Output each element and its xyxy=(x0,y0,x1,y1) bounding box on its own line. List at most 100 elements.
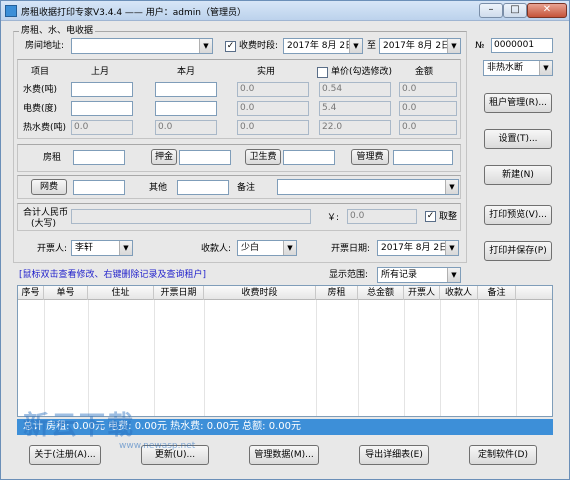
issuer-combo[interactable]: 李轩 ▼ xyxy=(71,240,133,256)
table-header: 序号 单号 住址 开票日期 收费时段 房租 总金额 开票人 收款人 备注 xyxy=(18,286,552,300)
meter-label: 电费(度) xyxy=(23,104,58,114)
period-checkbox[interactable]: ✓ xyxy=(225,41,236,52)
table-header-cell[interactable]: 单号 xyxy=(44,286,88,300)
col-item: 项目 xyxy=(31,67,50,77)
chevron-down-icon: ▼ xyxy=(283,241,296,255)
electric-actual-field: 0.0 xyxy=(237,101,309,116)
table-header-cell[interactable]: 房租 xyxy=(316,286,358,300)
period-end-date[interactable]: 2017年 8月 2日 ▼ xyxy=(379,38,461,54)
electric-this-field[interactable] xyxy=(155,101,217,116)
deposit-button[interactable]: 押金 xyxy=(151,149,177,165)
period-start-date[interactable]: 2017年 8月 2日 ▼ xyxy=(283,38,363,54)
records-table[interactable]: 序号 单号 住址 开票日期 收费时段 房租 总金额 开票人 收款人 备注 xyxy=(17,285,553,417)
title-bar: 房租收据打印专家V3.4.4 —— 用户：admin（管理员） – □ ✕ xyxy=(1,1,569,21)
water-last-field[interactable] xyxy=(71,82,133,97)
range-label: 显示范围: xyxy=(329,270,369,280)
other-field[interactable] xyxy=(177,180,229,195)
grid-hint: [鼠标双击查看修改、右键删除记录及查询租户] xyxy=(19,270,207,280)
water-this-field[interactable] xyxy=(155,82,217,97)
address-label: 房间地址: xyxy=(25,41,65,51)
rent-field[interactable] xyxy=(73,150,125,165)
hotwater-actual-field: 0.0 xyxy=(237,120,309,135)
network-field[interactable] xyxy=(73,180,125,195)
table-header-cell[interactable]: 收款人 xyxy=(440,286,478,300)
maximize-button[interactable]: □ xyxy=(503,3,527,18)
period-label: 收费时段: xyxy=(239,41,279,51)
app-icon xyxy=(5,5,17,17)
col-amount: 金额 xyxy=(415,67,434,77)
address-combo[interactable]: ▼ xyxy=(71,38,213,54)
table-header-cell[interactable]: 序号 xyxy=(18,286,44,300)
round-label: 取整 xyxy=(439,212,458,222)
price-edit-checkbox[interactable] xyxy=(317,67,328,78)
water-amount-field: 0.0 xyxy=(399,82,457,97)
issue-date-combo[interactable]: 2017年 8月 2日 ▼ xyxy=(377,240,459,256)
about-register-button[interactable]: 关于(注册(A)... xyxy=(29,445,101,465)
export-detail-button[interactable]: 导出详细表(E) xyxy=(359,445,429,465)
total-value-field: 0.0 xyxy=(347,209,417,224)
payee-combo[interactable]: 少白 ▼ xyxy=(237,240,297,256)
hotwater-last-field[interactable]: 0.0 xyxy=(71,120,133,135)
chevron-down-icon: ▼ xyxy=(447,268,460,282)
sanitation-field[interactable] xyxy=(283,150,335,165)
table-header-cell[interactable]: 备注 xyxy=(478,286,516,300)
round-checkbox[interactable]: ✓ xyxy=(425,211,436,222)
tenant-manage-button[interactable]: 租户管理(R)... xyxy=(484,93,552,113)
water-actual-field: 0.0 xyxy=(237,82,309,97)
water-price-field[interactable]: 0.54 xyxy=(319,82,391,97)
electric-amount-field: 0.0 xyxy=(399,101,457,116)
management-button[interactable]: 管理费 xyxy=(351,149,389,165)
chevron-down-icon: ▼ xyxy=(445,241,458,255)
network-button[interactable]: 网费 xyxy=(31,179,67,195)
yen-label: ￥: xyxy=(327,213,340,223)
window-title: 房租收据打印专家V3.4.4 —— 用户：admin（管理员） xyxy=(21,8,246,18)
table-header-cell[interactable]: 开票日期 xyxy=(154,286,204,300)
group-title: 房租、水、电收据 xyxy=(19,25,96,37)
period-to-label: 至 xyxy=(367,41,377,51)
watermark-url: www.newasp.net xyxy=(119,441,196,451)
electric-last-field[interactable] xyxy=(71,101,133,116)
chevron-down-icon: ▼ xyxy=(349,39,362,53)
receipt-no-field[interactable]: 0000001 xyxy=(491,38,553,53)
new-button[interactable]: 新建(N) xyxy=(484,165,552,185)
col-price: 单价(勾选修改) xyxy=(331,67,393,77)
table-header-cell[interactable]: 收费时段 xyxy=(204,286,316,300)
minimize-button[interactable]: – xyxy=(479,3,503,18)
meter-label: 水费(吨) xyxy=(23,85,58,95)
custom-software-button[interactable]: 定制软件(D) xyxy=(469,445,537,465)
issuer-label: 开票人: xyxy=(37,244,68,254)
chevron-down-icon: ▼ xyxy=(445,180,458,194)
table-header-cell[interactable]: 总金额 xyxy=(358,286,404,300)
main-window: 房租收据打印专家V3.4.4 —— 用户：admin（管理员） – □ ✕ 房租… xyxy=(0,0,570,480)
management-field[interactable] xyxy=(393,150,453,165)
chevron-down-icon: ▼ xyxy=(199,39,212,53)
total-chinese-field xyxy=(71,209,311,224)
remark-combo[interactable]: ▼ xyxy=(277,179,459,195)
hotwater-price-field[interactable]: 22.0 xyxy=(319,120,391,135)
meter-label: 热水费(吨) xyxy=(23,123,67,133)
sanitation-button[interactable]: 卫生费 xyxy=(245,149,281,165)
total-sublabel: (大写) xyxy=(31,219,57,229)
range-combo[interactable]: 所有记录 ▼ xyxy=(377,267,461,283)
close-button[interactable]: ✕ xyxy=(527,3,567,18)
table-header-cell[interactable]: 住址 xyxy=(88,286,154,300)
chevron-down-icon: ▼ xyxy=(447,39,460,53)
deposit-field[interactable] xyxy=(179,150,231,165)
chevron-down-icon: ▼ xyxy=(539,61,552,75)
table-header-cell[interactable]: 开票人 xyxy=(404,286,440,300)
receipt-no-label: № xyxy=(475,41,485,51)
col-last-month: 上月 xyxy=(91,67,110,77)
date-label: 开票日期: xyxy=(331,244,371,254)
watermark-logo: 新云下载 xyxy=(23,411,136,441)
electric-price-field[interactable]: 5.4 xyxy=(319,101,391,116)
print-preview-button[interactable]: 打印预览(V)... xyxy=(484,205,552,225)
settings-button[interactable]: 设置(T)... xyxy=(484,129,552,149)
rent-label: 房租 xyxy=(43,153,62,163)
other-label: 其他 xyxy=(149,183,168,193)
col-this-month: 本月 xyxy=(177,67,196,77)
print-save-button[interactable]: 打印并保存(P) xyxy=(484,241,552,261)
hot-water-select[interactable]: 非热水断 ▼ xyxy=(483,60,553,76)
col-actual: 实用 xyxy=(257,67,276,77)
manage-data-button[interactable]: 管理数据(M)... xyxy=(249,445,319,465)
hotwater-this-field[interactable]: 0.0 xyxy=(155,120,217,135)
